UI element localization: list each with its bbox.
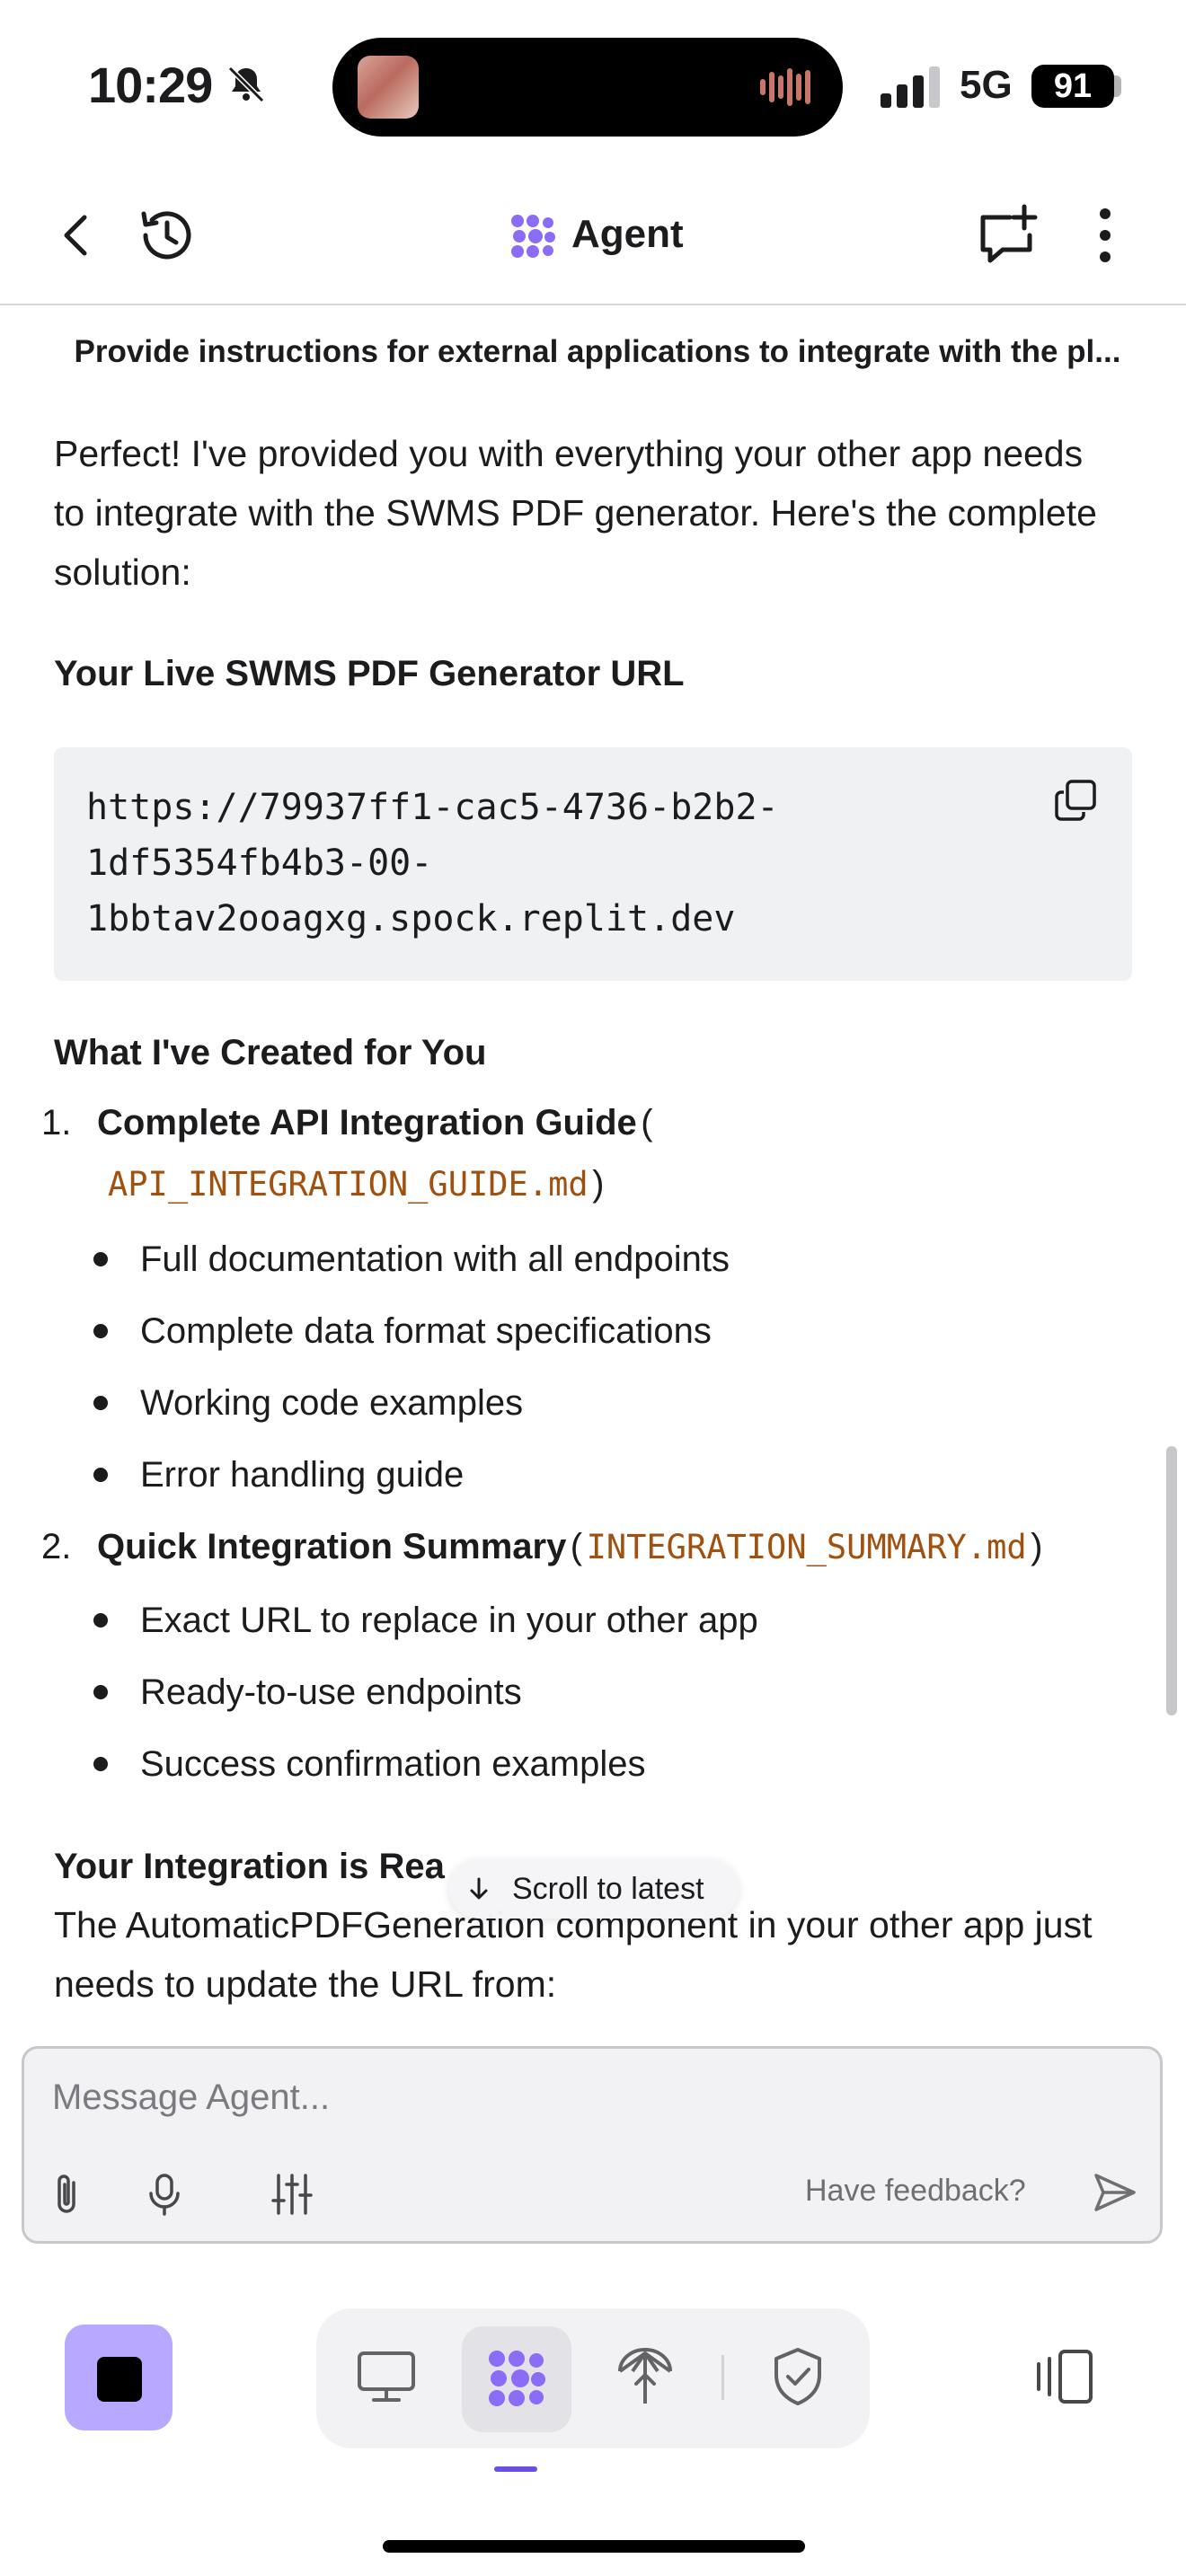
network-type: 5G (960, 63, 1013, 107)
paren-close: ) (592, 1164, 605, 1204)
signal-icon (881, 66, 940, 108)
file-name[interactable]: API_INTEGRATION_GUIDE.md (108, 1165, 589, 1204)
feedback-link[interactable]: Have feedback? (805, 2174, 1026, 2209)
intro-line: to integrate with the SWMS PDF generator… (54, 492, 1097, 534)
home-indicator (383, 2540, 805, 2553)
url-line: 1df5354fb4b3-00- (86, 842, 433, 884)
list-bullet: Exact URL to replace in your other app (140, 1601, 758, 1640)
security-icon[interactable] (766, 2344, 830, 2409)
list-number: 2. (41, 1527, 72, 1566)
arrow-down-icon (470, 1877, 488, 1900)
bullet-dot (93, 1468, 108, 1482)
page-title: Agent (571, 212, 684, 256)
paren-close: ) (1031, 1527, 1043, 1566)
paren-open: ( (570, 1527, 583, 1566)
scroll-to-latest-button[interactable]: Scroll to latest (449, 1859, 739, 1919)
conversation-context-title: Provide instructions for external applic… (74, 334, 1121, 369)
agent-logo-icon (511, 215, 555, 258)
message-input[interactable]: Message Agent... (52, 2078, 330, 2118)
list-item-title-row: Complete API Integration Guide ( (97, 1103, 653, 1143)
list-item-title: Complete API Integration Guide (97, 1103, 637, 1142)
stop-icon (97, 2357, 142, 2402)
view-switcher-divider (721, 2355, 724, 2400)
list-item-title-row: Quick Integration Summary ( INTEGRATION_… (97, 1527, 1042, 1567)
bullet-dot (93, 1613, 108, 1628)
bullet-dot (93, 1757, 108, 1771)
list-bullet: Working code examples (140, 1383, 524, 1423)
deploy-icon[interactable] (613, 2342, 677, 2407)
microphone-icon[interactable] (140, 2170, 189, 2219)
copy-icon[interactable] (1053, 778, 1098, 823)
attach-icon[interactable] (43, 2170, 92, 2219)
battery-level: 91 (1031, 65, 1114, 108)
battery-tip (1114, 75, 1121, 97)
list-bullet: Error handling guide (140, 1455, 465, 1495)
header-divider (0, 304, 1186, 305)
history-icon[interactable] (133, 203, 198, 268)
audio-wave-icon (760, 68, 810, 106)
list-bullet: Complete data format specifications (140, 1311, 712, 1351)
scrollbar[interactable] (1166, 1446, 1177, 1716)
settings-sliders-icon[interactable] (268, 2170, 316, 2219)
status-time: 10:29 (88, 57, 213, 113)
list-bullet: Success confirmation examples (140, 1744, 646, 1784)
file-name[interactable]: INTEGRATION_SUMMARY.md (587, 1528, 1027, 1566)
panel-toggle-icon[interactable] (1033, 2344, 1098, 2409)
ready-heading: Your Integration is Rea (54, 1847, 445, 1886)
ready-line: needs to update the URL from: (54, 1963, 557, 2005)
back-icon[interactable] (45, 203, 110, 268)
now-playing-artwork (358, 56, 419, 119)
list-bullet: Full documentation with all endpoints (140, 1239, 730, 1279)
list-bullet: Ready-to-use endpoints (140, 1672, 522, 1712)
send-icon[interactable] (1091, 2168, 1139, 2217)
desktop-icon[interactable] (354, 2344, 419, 2409)
created-heading: What I've Created for You (54, 1033, 487, 1072)
bullet-dot (93, 1324, 108, 1338)
list-number: 1. (41, 1103, 72, 1142)
intro-line: solution: (54, 551, 191, 593)
active-tab-indicator (494, 2466, 537, 2472)
new-chat-icon[interactable] (976, 201, 1040, 266)
intro-line: Perfect! I've provided you with everythi… (54, 433, 1084, 474)
url-line: 1bbtav2ooagxg.spock.replit.dev (86, 898, 736, 940)
url-heading: Your Live SWMS PDF Generator URL (54, 654, 685, 693)
file-reference-row: API_INTEGRATION_GUIDE.md ) (108, 1164, 604, 1204)
message-composer[interactable] (22, 2046, 1163, 2244)
url-line: https://79937ff1-cac5-4736-b2b2- (86, 787, 779, 828)
bullet-dot (93, 1685, 108, 1699)
bullet-dot (93, 1252, 108, 1266)
silent-bell-icon (227, 66, 265, 103)
agent-icon[interactable] (484, 2346, 549, 2411)
scroll-to-latest-label: Scroll to latest (512, 1872, 704, 1906)
paren-open: ( (641, 1103, 653, 1142)
more-icon[interactable] (1073, 203, 1137, 268)
list-item-title: Quick Integration Summary (97, 1527, 567, 1566)
bullet-dot (93, 1396, 108, 1410)
